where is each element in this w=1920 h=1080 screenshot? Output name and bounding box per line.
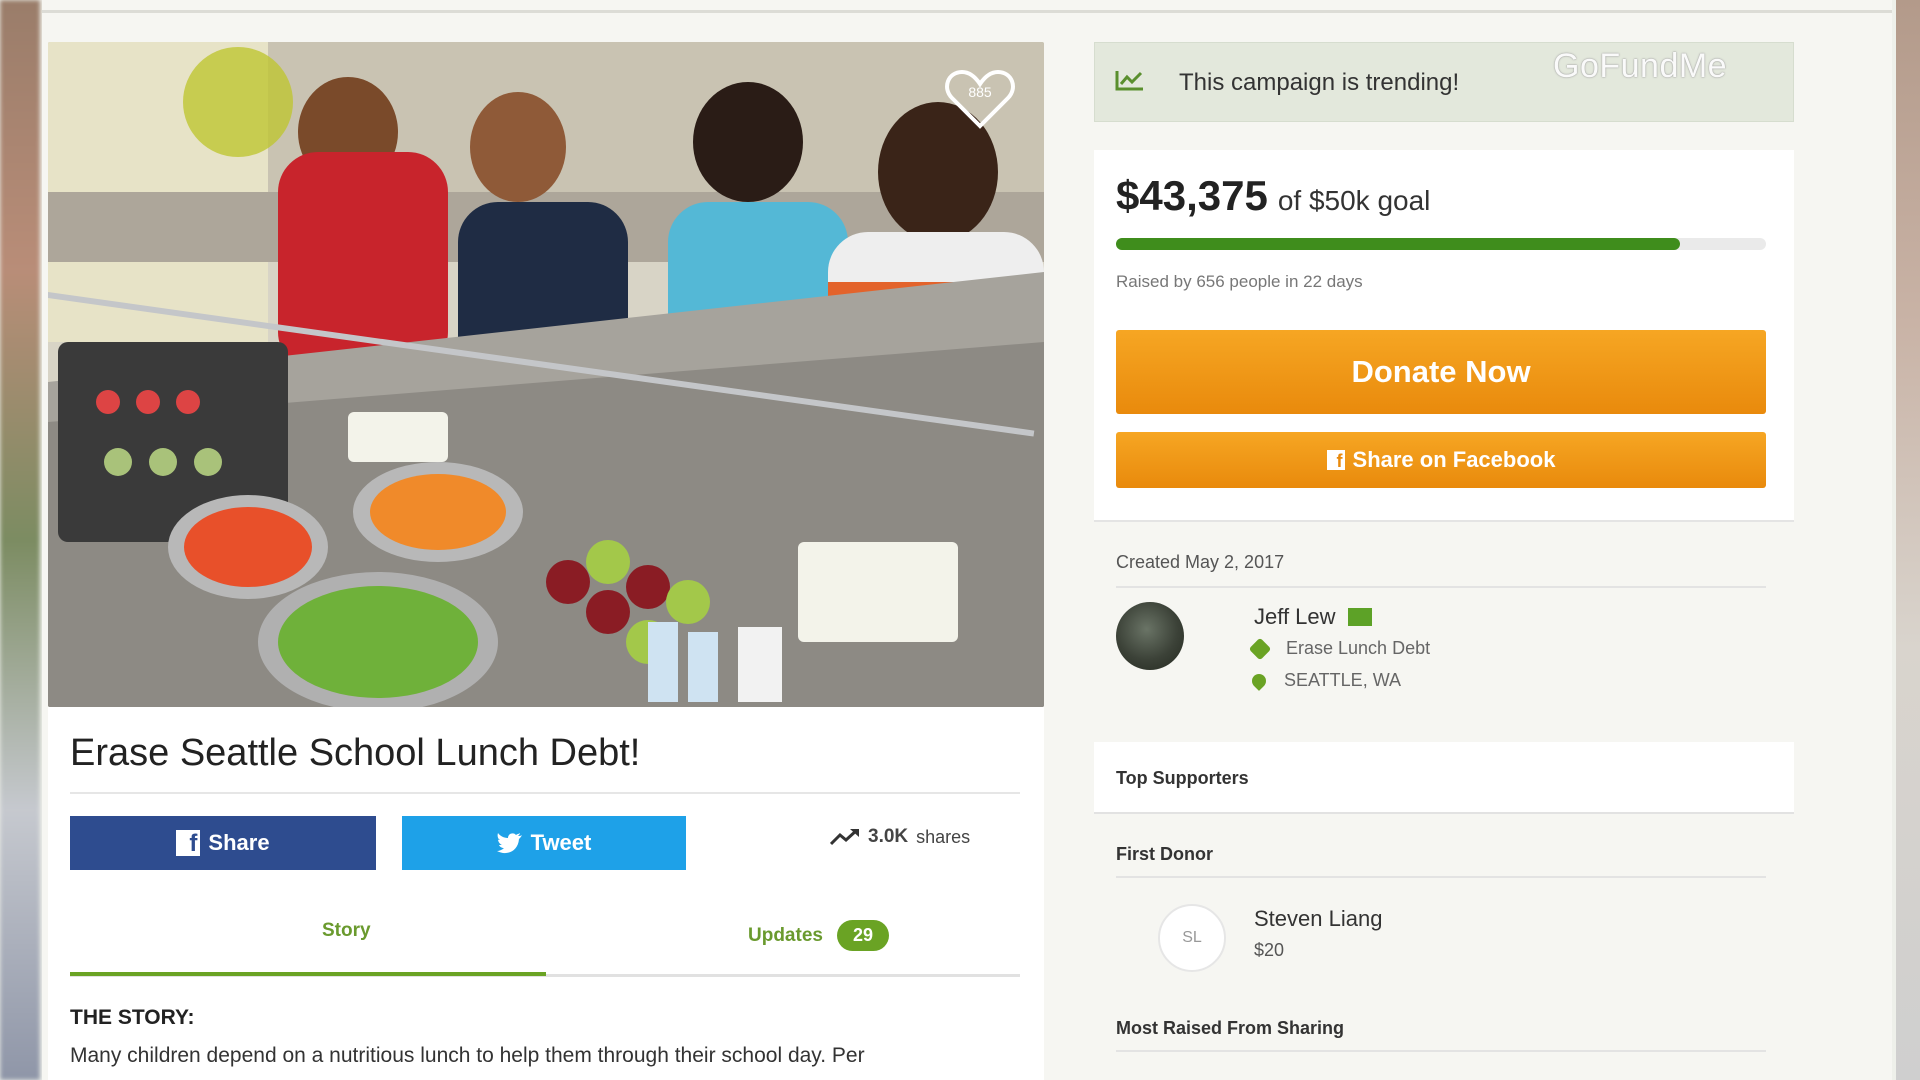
facebook-share-label: Share — [208, 830, 270, 855]
organizer-location-row: SEATTLE, WA — [1249, 670, 1402, 691]
top-divider — [42, 10, 1892, 13]
tweet-button[interactable]: Tweet — [402, 816, 686, 870]
first-donor-divider — [1116, 876, 1766, 878]
top-supporters-header[interactable]: Top Supporters — [1094, 742, 1794, 814]
facebook-icon: f — [176, 830, 201, 857]
most-raised-label: Most Raised From Sharing — [1116, 1018, 1345, 1038]
location-pin-icon — [1249, 670, 1269, 691]
updates-count-badge: 29 — [836, 920, 889, 951]
raised-amount: $43,375 — [1116, 172, 1268, 219]
first-donor-label: First Donor — [1116, 844, 1213, 864]
story-text: Many children depend on a nutritious lun… — [70, 1044, 865, 1067]
raised-summary: $43,375 of $50k goal — [1116, 172, 1430, 220]
tag-icon — [1248, 637, 1272, 660]
donor-name: Steven Liang — [1254, 906, 1383, 931]
organizer-name[interactable]: Jeff Lew — [1254, 604, 1336, 630]
campaign-photo[interactable] — [48, 42, 1044, 707]
cafeteria-photo-illustration — [48, 42, 1044, 707]
donate-now-label: Donate Now — [1351, 354, 1531, 389]
trending-arrow-icon — [830, 828, 859, 846]
organizer-category: Erase Lunch Debt — [1286, 638, 1431, 658]
shares-counter: 3.0K shares — [830, 826, 970, 848]
tab-story-label: Story — [322, 920, 371, 941]
share-on-facebook-button[interactable]: f Share on Facebook — [1116, 432, 1766, 488]
top-supporters-label: Top Supporters — [1116, 768, 1249, 788]
organizer-category-row: Erase Lunch Debt — [1248, 637, 1431, 660]
trending-banner: This campaign is trending! GoFundMe — [1094, 42, 1794, 122]
facebook-icon: f — [1326, 450, 1345, 471]
facebook-share-button[interactable]: f Share — [70, 816, 376, 870]
goal-text: of $50k goal — [1277, 185, 1431, 216]
created-date: Created May 2, 2017 — [1116, 552, 1285, 572]
tweet-label: Tweet — [530, 830, 592, 855]
story-heading: THE STORY: — [70, 1006, 195, 1029]
created-divider — [1116, 586, 1766, 588]
progress-fill — [1116, 238, 1680, 250]
gofundme-watermark: GoFundMe — [1553, 47, 1728, 85]
trending-icon — [1115, 71, 1143, 91]
raised-by-text: Raised by 656 people in 22 days — [1116, 272, 1363, 291]
donor-avatar: SL — [1158, 904, 1226, 972]
shares-suffix: shares — [916, 826, 971, 847]
tab-updates[interactable]: Updates 29 — [748, 920, 889, 951]
active-tab-indicator — [70, 972, 546, 976]
donate-now-button[interactable]: Donate Now — [1116, 330, 1766, 414]
campaign-title: Erase Seattle School Lunch Debt! — [70, 732, 641, 774]
donor-amount: $20 — [1254, 940, 1285, 960]
share-on-facebook-label: Share on Facebook — [1352, 447, 1556, 472]
progress-bar — [1116, 238, 1766, 250]
favorites-count: 885 — [968, 84, 992, 100]
title-divider — [70, 792, 1020, 794]
background-edge-right — [1896, 0, 1920, 1080]
organizer-avatar[interactable] — [1116, 602, 1184, 670]
background-edge-left — [0, 0, 40, 1080]
mail-icon[interactable] — [1347, 608, 1372, 626]
organizer-name-row: Jeff Lew — [1254, 604, 1372, 630]
tab-story[interactable]: Story — [322, 920, 371, 942]
tab-updates-label: Updates — [748, 924, 823, 946]
organizer-location: SEATTLE, WA — [1284, 670, 1402, 690]
most-raised-divider — [1116, 1050, 1766, 1052]
shares-count: 3.0K — [868, 826, 909, 847]
twitter-icon — [496, 833, 522, 854]
trending-text: This campaign is trending! — [1179, 69, 1460, 96]
